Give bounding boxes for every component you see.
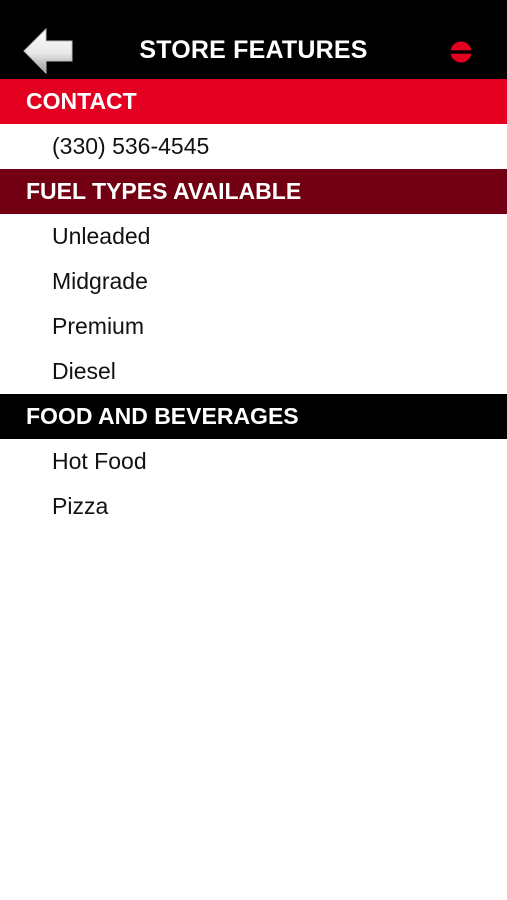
phone-number-link[interactable]: (330) 536-4545 [0,124,507,169]
section-food-beverages: FOOD AND BEVERAGES Hot Food Pizza [0,394,507,529]
section-fuel-types: FUEL TYPES AVAILABLE Unleaded Midgrade P… [0,169,507,394]
list-item: Unleaded [0,214,507,259]
list-item: Pizza [0,484,507,529]
section-header-fuel-types: FUEL TYPES AVAILABLE [0,169,507,214]
list-item: Premium [0,304,507,349]
section-header-food-beverages: FOOD AND BEVERAGES [0,394,507,439]
page-title: STORE FEATURES [139,36,368,64]
list-item: Diesel [0,349,507,394]
brand-logo-icon [450,41,472,63]
top-bar: STORE FEATURES [0,0,507,79]
list-item: Hot Food [0,439,507,484]
list-item: Midgrade [0,259,507,304]
